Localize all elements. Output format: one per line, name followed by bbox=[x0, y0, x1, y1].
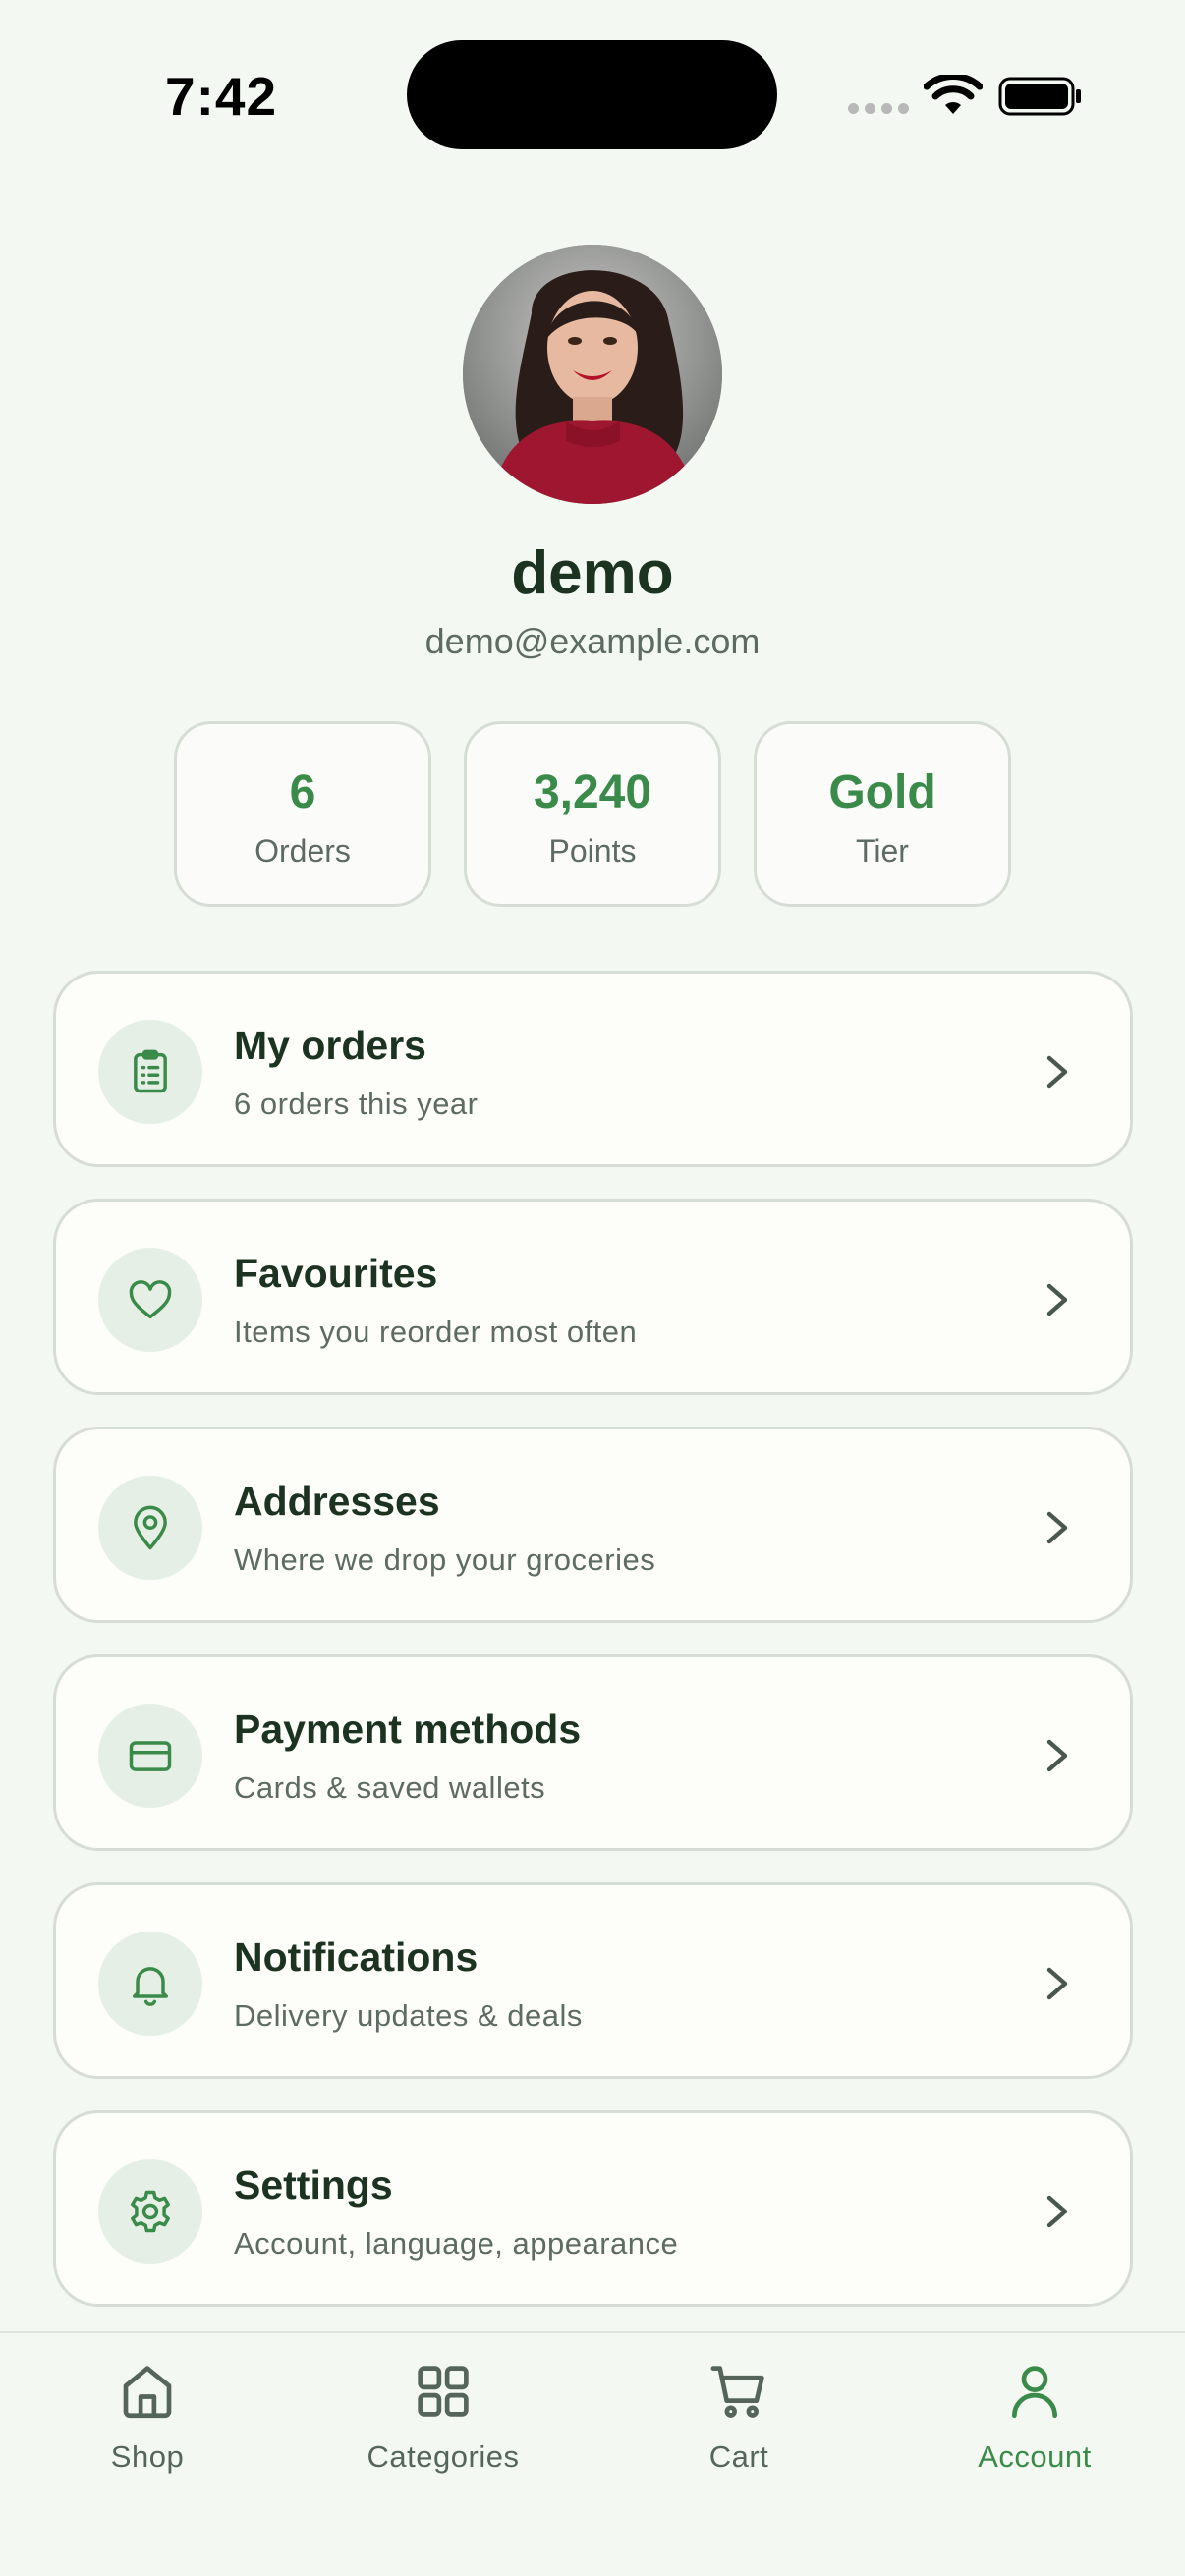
tab-label: Shop bbox=[110, 2439, 185, 2474]
chevron-right-icon bbox=[1046, 2195, 1068, 2228]
menu-item-payment-methods[interactable]: Payment methods Cards & saved wallets bbox=[53, 1654, 1133, 1851]
bell-icon bbox=[133, 1967, 168, 2006]
chevron-right-icon bbox=[1046, 1511, 1068, 1544]
cart-icon bbox=[710, 2366, 764, 2418]
stat-value: Gold bbox=[828, 766, 936, 818]
menu-icon-badge bbox=[98, 1932, 202, 2036]
chevron-right-icon bbox=[1046, 1055, 1068, 1089]
account-screen: 7:42 demo demo@example.com 6 Orders 3,24… bbox=[0, 0, 1185, 2576]
menu-item-subtitle: Where we drop your groceries bbox=[234, 1542, 656, 1577]
menu-item-subtitle: Items you reorder most often bbox=[234, 1315, 638, 1349]
menu-item-favourites[interactable]: Favourites Items you reorder most often bbox=[53, 1199, 1133, 1395]
menu-item-my-orders[interactable]: My orders 6 orders this year bbox=[53, 971, 1133, 1167]
chevron-right-icon bbox=[1046, 1739, 1068, 1772]
stat-card-tier[interactable]: Gold Tier bbox=[754, 721, 1011, 907]
menu-icon-badge bbox=[98, 2159, 202, 2264]
avatar-photo bbox=[463, 245, 722, 504]
tab-cart[interactable]: Cart bbox=[592, 2357, 886, 2475]
menu-item-title: My orders bbox=[234, 1023, 426, 1068]
credit-card-icon bbox=[129, 1741, 172, 1771]
user-icon bbox=[1012, 2366, 1057, 2419]
menu-item-notifications[interactable]: Notifications Delivery updates & deals bbox=[53, 1882, 1133, 2079]
battery-icon bbox=[998, 77, 1081, 116]
grid-icon bbox=[418, 2366, 469, 2417]
status-time: 7:42 bbox=[165, 66, 278, 127]
menu-item-subtitle: 6 orders this year bbox=[234, 1087, 479, 1121]
cellular-signal-icon bbox=[848, 103, 909, 114]
stat-label: Tier bbox=[856, 833, 909, 868]
menu-item-addresses[interactable]: Addresses Where we drop your groceries bbox=[53, 1427, 1133, 1623]
gear-icon bbox=[131, 2190, 170, 2233]
menu-item-title: Payment methods bbox=[234, 1707, 582, 1752]
menu-item-title: Favourites bbox=[234, 1251, 438, 1296]
menu-item-title: Notifications bbox=[234, 1934, 479, 1980]
menu-item-title: Settings bbox=[234, 2162, 393, 2208]
menu-icon-badge bbox=[98, 1704, 202, 1808]
stat-label: Points bbox=[548, 833, 637, 868]
avatar[interactable] bbox=[463, 245, 722, 504]
menu-item-settings[interactable]: Settings Account, language, appearance bbox=[53, 2110, 1133, 2307]
menu-icon-badge bbox=[98, 1248, 202, 1352]
tab-shop[interactable]: Shop bbox=[0, 2357, 295, 2475]
stat-value: 6 bbox=[289, 766, 316, 818]
bottom-tab-bar: Shop Categories Cart Account bbox=[0, 2331, 1185, 2576]
status-bar: 7:42 bbox=[0, 0, 1185, 187]
stats-row: 6 Orders 3,240 Points Gold Tier bbox=[174, 721, 1011, 907]
dynamic-island bbox=[407, 40, 777, 149]
account-menu: My orders 6 orders this year Favourites … bbox=[53, 971, 1133, 2338]
heart-icon bbox=[129, 1280, 172, 1319]
clipboard-icon bbox=[134, 1049, 167, 1093]
tab-label: Cart bbox=[708, 2439, 769, 2474]
stat-card-orders[interactable]: 6 Orders bbox=[174, 721, 431, 907]
stat-card-points[interactable]: 3,240 Points bbox=[464, 721, 721, 907]
tab-label: Account bbox=[978, 2439, 1092, 2474]
stat-value: 3,240 bbox=[533, 766, 652, 818]
profile-email: demo@example.com bbox=[424, 621, 761, 661]
menu-icon-badge bbox=[98, 1020, 202, 1124]
menu-item-subtitle: Cards & saved wallets bbox=[234, 1770, 546, 1805]
map-pin-icon bbox=[134, 1505, 167, 1550]
tab-account[interactable]: Account bbox=[887, 2357, 1182, 2475]
chevron-right-icon bbox=[1046, 1283, 1068, 1316]
stat-label: Orders bbox=[254, 833, 351, 868]
menu-item-subtitle: Delivery updates & deals bbox=[234, 1998, 583, 2033]
tab-categories[interactable]: Categories bbox=[296, 2357, 591, 2475]
menu-item-subtitle: Account, language, appearance bbox=[234, 2226, 679, 2261]
tab-label: Categories bbox=[367, 2439, 520, 2474]
wifi-icon bbox=[924, 75, 983, 114]
home-icon bbox=[123, 2366, 172, 2419]
menu-item-title: Addresses bbox=[234, 1479, 440, 1524]
menu-icon-badge bbox=[98, 1476, 202, 1580]
profile-name: demo bbox=[511, 539, 674, 607]
chevron-right-icon bbox=[1046, 1967, 1068, 2000]
